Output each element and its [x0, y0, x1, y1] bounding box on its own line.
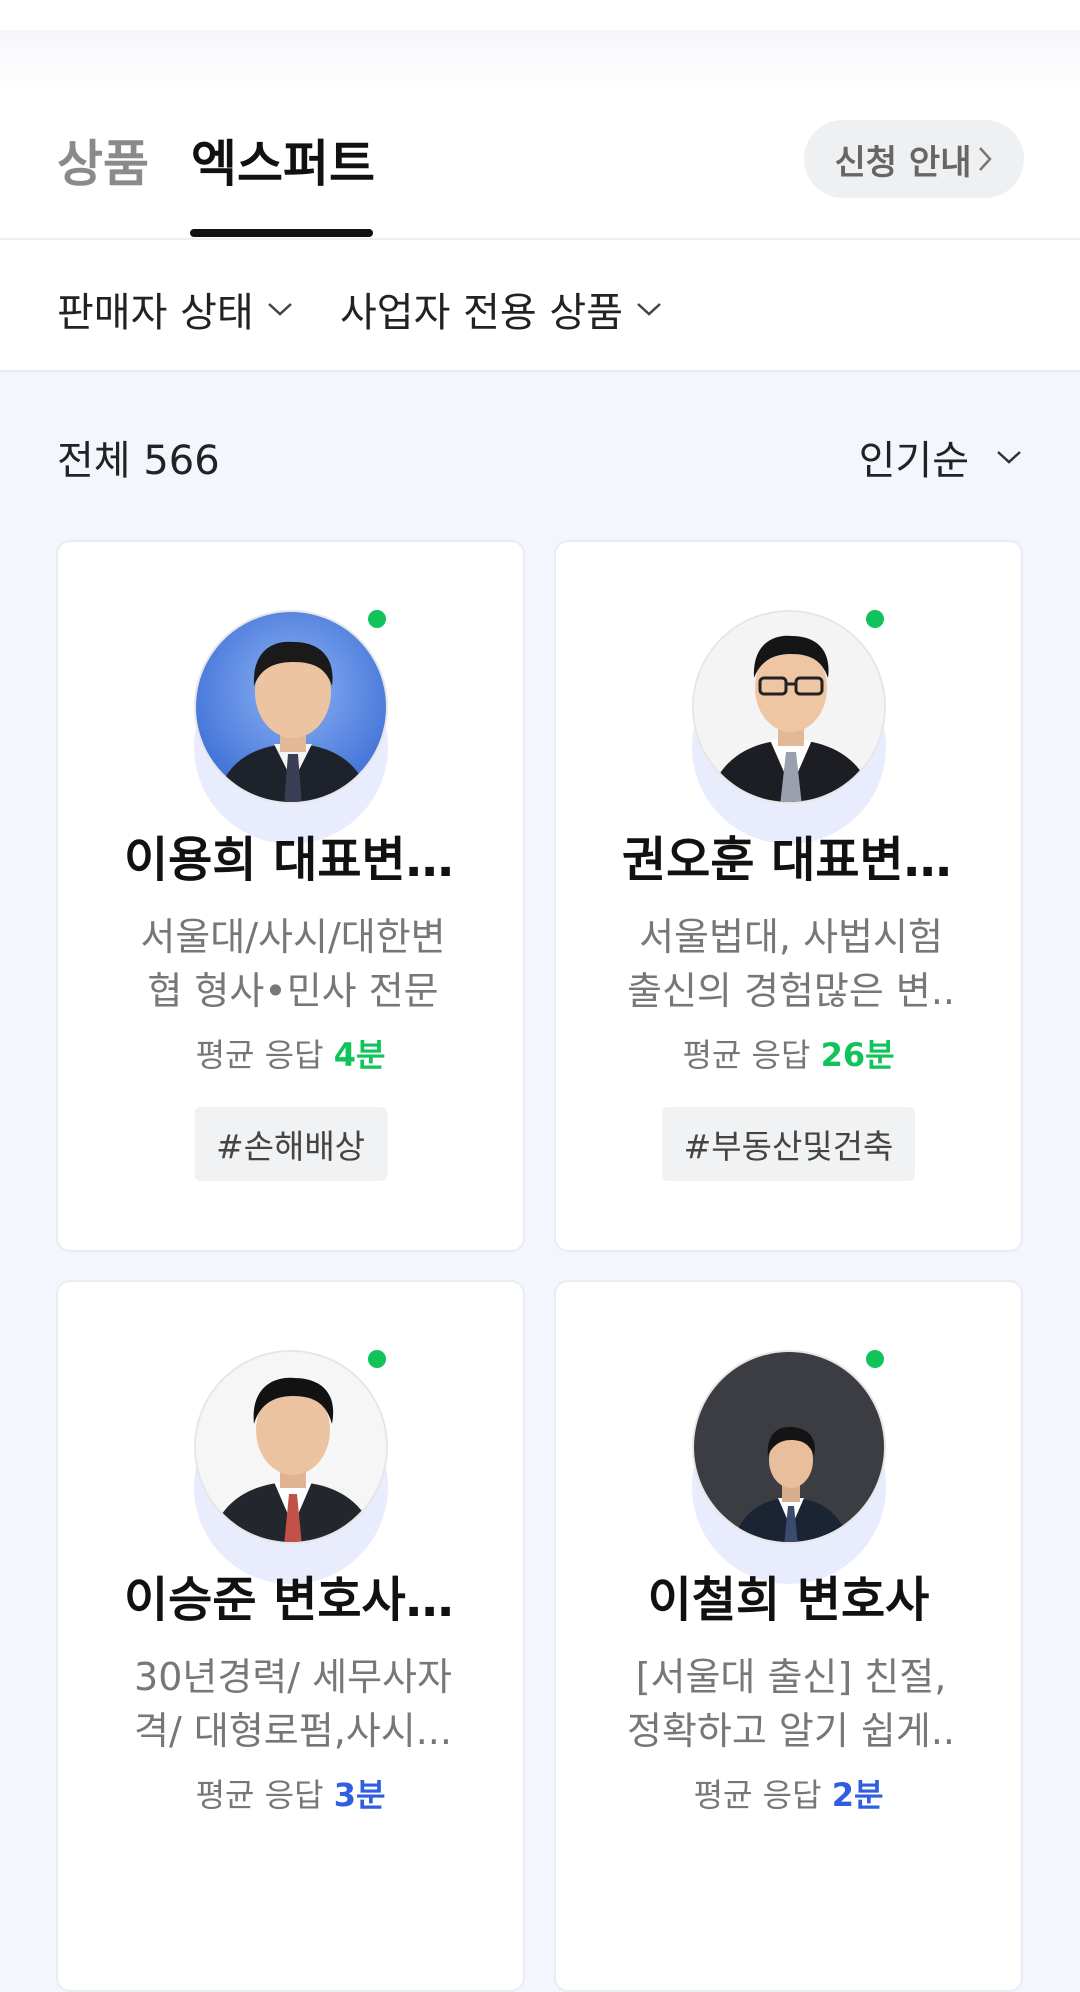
tab-products[interactable]: 상품 — [57, 132, 149, 196]
response-label: 평균 응답 — [682, 1036, 811, 1074]
average-response: 평균 응답 26분 — [556, 1030, 1021, 1076]
online-status-dot — [367, 1350, 386, 1368]
avatar — [193, 1350, 388, 1544]
filter-seller-status[interactable]: 판매자 상태 — [57, 280, 294, 338]
total-count: 전체 566 — [57, 438, 220, 484]
expert-card[interactable]: 이승준 변호사... 30년경력/ 세무사자격/ 대형로펌,사시... 평균 응… — [56, 1280, 525, 1992]
response-label: 평균 응답 — [195, 1776, 324, 1814]
expert-name: 권오훈 대표변... — [622, 832, 959, 888]
avatar — [691, 610, 886, 804]
expert-name: 이용희 대표변... — [124, 832, 461, 888]
response-time: 4분 — [333, 1036, 386, 1074]
chevron-right-icon — [977, 145, 993, 173]
avatar — [691, 1350, 886, 1544]
average-response: 평균 응답 2분 — [556, 1770, 1021, 1816]
expert-card[interactable]: 이철희 변호사 [서울대 출신] 친절, 정확하고 알기 쉽게.. 평균 응답 … — [554, 1280, 1023, 1992]
chevron-down-icon — [635, 301, 663, 317]
top-bar-shadow — [0, 0, 1080, 92]
tab-header: 상품 엑스퍼트 신청 안내 — [0, 92, 1080, 240]
apply-guide-button[interactable]: 신청 안내 — [804, 120, 1024, 198]
expert-card[interactable]: 이용희 대표변... 서울대/사시/대한변협 형사•민사 전문 평균 응답 4분… — [56, 540, 525, 1252]
expert-description: [서울대 출신] 친절, 정확하고 알기 쉽게.. — [627, 1655, 955, 1753]
expert-name: 이철희 변호사 — [647, 1572, 930, 1628]
tab-experts[interactable]: 엑스퍼트 — [191, 132, 375, 196]
expert-card[interactable]: 권오훈 대표변... 서울법대, 사법시험 출신의 경험많은 변.. 평균 응답… — [554, 540, 1023, 1252]
average-response: 평균 응답 4분 — [58, 1030, 523, 1076]
expert-description: 30년경력/ 세무사자격/ 대형로펌,사시... — [134, 1655, 452, 1753]
response-time: 3분 — [333, 1776, 386, 1814]
response-label: 평균 응답 — [693, 1776, 822, 1814]
online-status-dot — [367, 610, 386, 628]
filter-business-only[interactable]: 사업자 전용 상품 — [340, 280, 663, 338]
active-tab-indicator — [190, 229, 373, 237]
chevron-down-icon — [995, 449, 1023, 465]
filter-business-only-label: 사업자 전용 상품 — [340, 290, 624, 336]
expert-name: 이승준 변호사... — [124, 1572, 461, 1628]
online-status-dot — [865, 610, 884, 628]
expertise-tag[interactable]: #손해배상 — [193, 1107, 388, 1181]
online-status-dot — [865, 1350, 884, 1368]
filter-seller-status-label: 판매자 상태 — [57, 290, 254, 336]
sort-dropdown[interactable]: 인기순 — [859, 428, 1023, 486]
filter-bar: 판매자 상태 사업자 전용 상품 — [0, 240, 1080, 372]
expert-description: 서울대/사시/대한변협 형사•민사 전문 — [140, 915, 446, 1013]
apply-guide-label: 신청 안내 — [834, 142, 972, 183]
response-label: 평균 응답 — [195, 1036, 324, 1074]
response-time: 26분 — [820, 1036, 895, 1074]
expert-description: 서울법대, 사법시험 출신의 경험많은 변.. — [627, 915, 955, 1013]
response-time: 2분 — [831, 1776, 884, 1814]
avatar — [193, 610, 388, 804]
chevron-down-icon — [266, 301, 294, 317]
average-response: 평균 응답 3분 — [58, 1770, 523, 1816]
expertise-tag[interactable]: #부동산및건축 — [661, 1107, 916, 1181]
sort-label: 인기순 — [858, 438, 969, 484]
